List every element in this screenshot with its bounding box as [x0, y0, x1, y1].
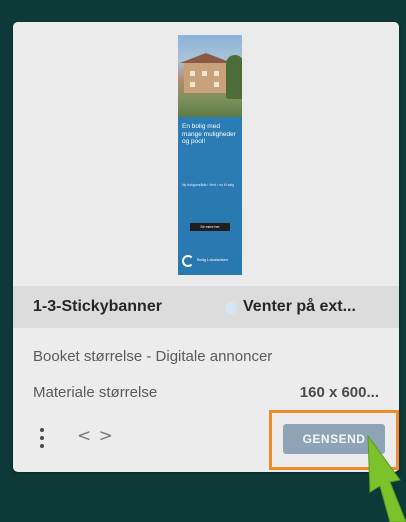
ad-title: 1-3-Stickybanner	[33, 298, 162, 315]
booked-size-label: Booket størrelse - Digitale annoncer	[33, 348, 273, 365]
logo-mark-icon	[182, 255, 194, 267]
banner-headline: En bolig med mange muligheder og pool!	[182, 123, 236, 145]
banner-logo: Bolig Lokalavisen	[182, 255, 240, 269]
banner-preview-area[interactable]: En bolig med mange muligheder og pool! N…	[13, 22, 399, 284]
house-shape	[180, 53, 232, 93]
code-brackets-icon[interactable]: < >	[77, 426, 114, 446]
banner-logo-text: Bolig Lokalavisen	[197, 257, 229, 262]
booking-card: En bolig med mange muligheder og pool! N…	[13, 22, 399, 472]
banner-cta: Se mere her	[190, 223, 230, 231]
material-size-label: Materiale størrelse	[33, 384, 158, 401]
vertical-ellipsis-icon[interactable]	[37, 428, 47, 448]
material-size-value: 160 x 600...	[299, 384, 379, 401]
house-photo	[178, 35, 242, 117]
card-title-bar: 1-3-Stickybanner Venter på ext...	[13, 286, 399, 328]
pointer-arrow-icon	[367, 434, 406, 522]
banner-preview-image[interactable]: En bolig med mange muligheder og pool! N…	[178, 35, 242, 275]
banner-subtext: Ny boligområde i Vest • nu til salg	[182, 183, 235, 187]
status-text: Venter på ext...	[243, 298, 356, 315]
tree-shape	[226, 55, 242, 99]
status-dot-icon	[225, 302, 237, 314]
